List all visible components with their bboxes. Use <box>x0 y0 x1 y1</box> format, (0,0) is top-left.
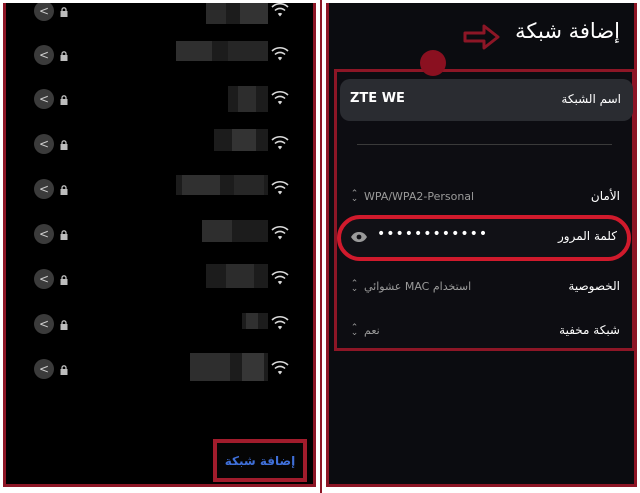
lock-icon <box>60 48 70 61</box>
wifi-list-panel: < < < < < < < < < إضافة شبكة <box>3 3 316 487</box>
page-title: إضافة شبكة <box>515 19 620 43</box>
privacy-row[interactable]: ⌃ ⌄ استخدام MAC عشوائي الخصوصية <box>337 272 632 302</box>
network-name-redacted <box>214 129 268 151</box>
wifi-list-item[interactable]: < <box>6 32 313 77</box>
updown-icon: ⌃ ⌄ <box>350 188 359 204</box>
security-label: الأمان <box>590 189 620 203</box>
privacy-value: استخدام MAC عشوائي <box>364 280 472 293</box>
wifi-icon <box>271 136 289 150</box>
chevron-left-icon[interactable]: < <box>34 358 54 379</box>
network-name-redacted <box>176 41 268 61</box>
wifi-list-item[interactable]: < <box>6 301 313 346</box>
wifi-list-item[interactable]: < <box>6 211 313 256</box>
chevron-left-icon[interactable]: < <box>34 178 54 199</box>
wifi-list-item[interactable]: < <box>6 166 313 211</box>
hidden-network-label: شبكة مخفية <box>559 323 620 337</box>
hidden-network-value: نعم <box>364 324 380 337</box>
privacy-label: الخصوصية <box>568 279 620 293</box>
chevron-left-icon[interactable]: < <box>34 223 54 244</box>
network-name-redacted <box>228 86 268 112</box>
wifi-list-item[interactable]: < <box>6 76 313 121</box>
wifi-icon <box>271 316 289 330</box>
network-name-value[interactable]: ZTE WE <box>350 91 405 106</box>
wifi-icon <box>271 226 289 240</box>
network-name-redacted <box>206 3 268 24</box>
network-name-redacted <box>206 264 268 288</box>
password-value[interactable]: •••••••••••• <box>377 226 488 242</box>
security-value: WPA/WPA2-Personal <box>364 190 475 203</box>
wifi-icon <box>271 91 289 105</box>
lock-icon <box>60 4 70 17</box>
password-field[interactable]: •••••••••••• كلمة المرور <box>337 215 631 261</box>
network-name-redacted <box>190 353 268 381</box>
lock-icon <box>60 137 70 150</box>
divider <box>357 144 612 145</box>
lock-icon <box>60 272 70 285</box>
lock-icon <box>60 362 70 375</box>
chevron-left-icon[interactable]: < <box>34 313 54 334</box>
eye-icon[interactable] <box>350 231 368 243</box>
password-label: كلمة المرور <box>557 229 617 243</box>
arrow-right-icon <box>463 24 500 50</box>
security-row[interactable]: ⌃ ⌄ WPA/WPA2-Personal الأمان <box>337 182 632 212</box>
wifi-icon <box>271 271 289 285</box>
network-name-redacted <box>176 175 268 195</box>
lock-icon <box>60 317 70 330</box>
lock-icon <box>60 182 70 195</box>
chevron-left-icon[interactable]: < <box>34 268 54 289</box>
updown-icon: ⌃ ⌄ <box>350 322 359 338</box>
add-network-panel: إضافة شبكة ZTE WE اسم الشبكة ⌃ ⌄ WPA/WPA2… <box>326 3 637 487</box>
network-name-field[interactable]: ZTE WE اسم الشبكة <box>340 79 633 121</box>
panel-divider-line <box>320 0 322 493</box>
wifi-icon <box>271 3 289 17</box>
annotation-dot <box>420 50 446 76</box>
chevron-left-icon[interactable]: < <box>34 3 54 21</box>
chevron-left-icon[interactable]: < <box>34 44 54 65</box>
wifi-icon <box>271 361 289 375</box>
network-name-redacted <box>202 220 268 242</box>
network-form: ZTE WE اسم الشبكة ⌃ ⌄ WPA/WPA2-Personal ا… <box>334 69 634 351</box>
network-name-redacted <box>242 313 268 329</box>
wifi-list-item[interactable]: < <box>6 256 313 301</box>
chevron-left-icon[interactable]: < <box>34 133 54 154</box>
wifi-list-item[interactable]: < <box>6 3 313 33</box>
updown-icon: ⌃ ⌄ <box>350 278 359 294</box>
wifi-list-item[interactable]: < <box>6 121 313 166</box>
wifi-icon <box>271 181 289 195</box>
lock-icon <box>60 227 70 240</box>
lock-icon <box>60 92 70 105</box>
hidden-network-row[interactable]: ⌃ ⌄ نعم شبكة مخفية <box>337 316 632 346</box>
wifi-list-item[interactable]: < <box>6 346 313 391</box>
add-network-button[interactable]: إضافة شبكة <box>213 439 307 482</box>
add-network-label: إضافة شبكة <box>224 453 296 468</box>
chevron-left-icon[interactable]: < <box>34 88 54 109</box>
wifi-icon <box>271 47 289 61</box>
network-name-label: اسم الشبكة <box>561 92 621 106</box>
